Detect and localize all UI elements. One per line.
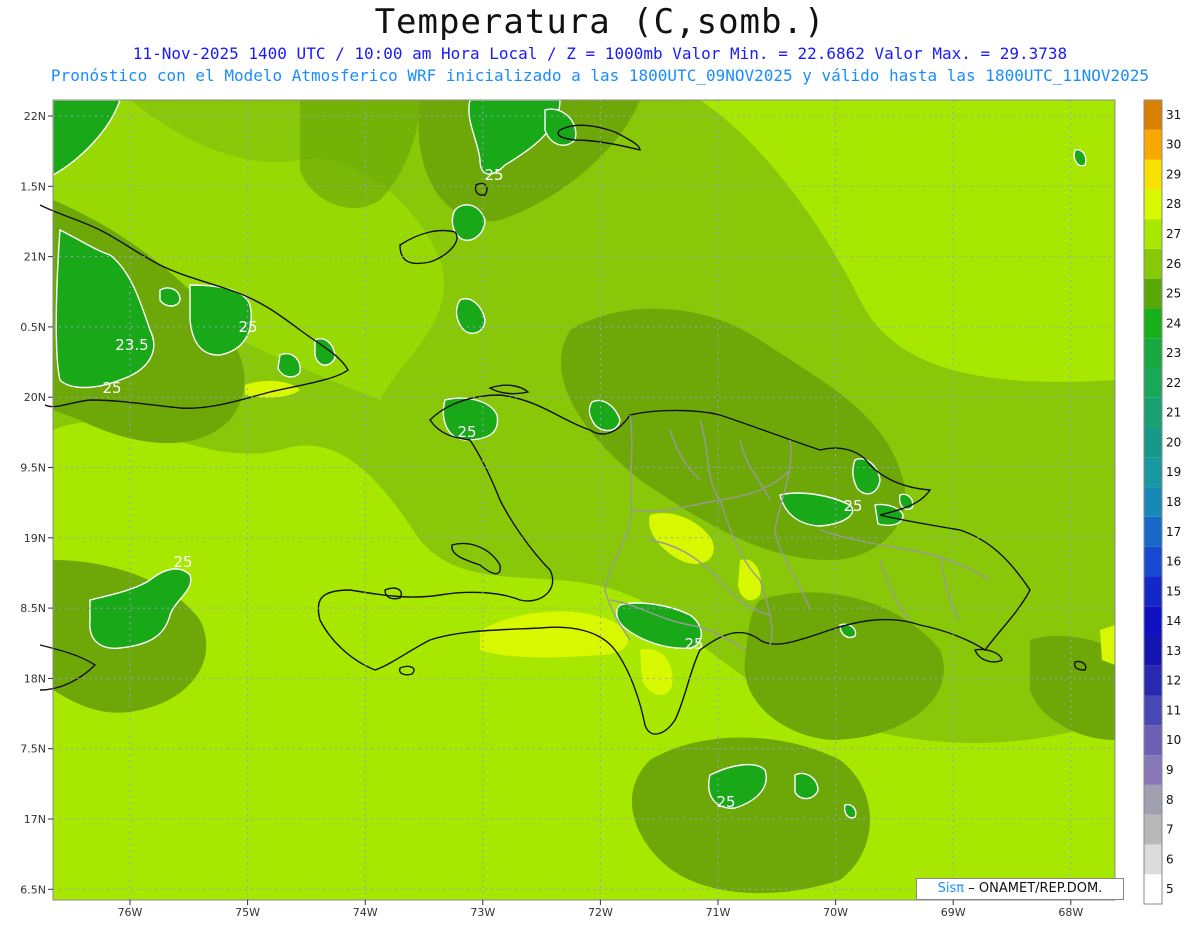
contour-label: 25: [102, 379, 121, 397]
colorbar-swatch: [1144, 457, 1162, 488]
colorbar-label: 24: [1166, 316, 1181, 330]
colorbar-swatch: [1144, 814, 1162, 845]
longitude-label: 68W: [1058, 906, 1083, 919]
longitude-label: 75W: [235, 906, 260, 919]
contour-label: 25: [684, 635, 703, 653]
credit-org: – ONAMET/REP.DOM.: [968, 881, 1103, 896]
colorbar-swatch: [1144, 755, 1162, 785]
colorbar-label: 12: [1166, 674, 1181, 688]
latitude-label: 0.5N: [20, 321, 46, 334]
colorbar-label: 28: [1166, 197, 1181, 211]
field-hot-spot: [1100, 625, 1115, 665]
colorbar-swatch: [1144, 308, 1162, 339]
colorbar-label: 11: [1166, 703, 1181, 717]
longitude-label: 70W: [823, 906, 848, 919]
colorbar-label: 25: [1166, 287, 1181, 301]
colorbar-swatch: [1144, 278, 1162, 309]
longitude-label: 72W: [588, 906, 613, 919]
colorbar-label: 20: [1166, 435, 1181, 449]
colorbar-swatch: [1144, 546, 1162, 577]
colorbar-swatch: [1144, 159, 1162, 190]
colorbar-swatch: [1144, 665, 1162, 696]
colorbar-label: 31: [1166, 108, 1181, 122]
colorbar-label: 15: [1166, 584, 1181, 598]
longitude-label: 69W: [941, 906, 966, 919]
colorbar-swatch: [1144, 606, 1162, 636]
colorbar-label: 9: [1166, 763, 1174, 777]
colorbar-label: 22: [1166, 376, 1181, 390]
contour-label: 25: [457, 423, 476, 441]
colorbar-swatch: [1144, 129, 1162, 160]
latitude-label: 17N: [24, 813, 46, 826]
colorbar-swatch: [1144, 100, 1162, 130]
colorbar-label: 6: [1166, 852, 1174, 866]
colorbar-label: 19: [1166, 465, 1181, 479]
colorbar-label: 13: [1166, 644, 1181, 658]
contour-label: 25: [173, 553, 192, 571]
latitude-label: 21N: [24, 251, 46, 264]
longitude-label: 76W: [118, 906, 143, 919]
temperature-field: [53, 100, 1115, 900]
colorbar-swatch: [1144, 487, 1162, 517]
latitude-labels: 22N 1.5N 21N 0.5N 20N 9.5N 19N 8.5N 18N 7.5N 17N 6.…: [20, 110, 53, 896]
colorbar-label: 10: [1166, 733, 1181, 747]
longitude-label: 71W: [706, 906, 731, 919]
latitude-label: 22N: [24, 110, 46, 123]
colorbar-label: 5: [1166, 882, 1174, 896]
colorbar: 5 6 7 8 9 10 11 12 13 14 15 16 17 18 19 20 21 22 23 24 25 26 2…: [1143, 99, 1181, 905]
colorbar-swatch: [1144, 576, 1162, 607]
latitude-label: 19N: [24, 532, 46, 545]
contour-label: 23.5: [115, 336, 148, 354]
colorbar-swatch: [1144, 725, 1162, 756]
colorbar-swatch: [1144, 368, 1162, 398]
contour-label: 25: [484, 166, 503, 184]
colorbar-swatch: [1144, 338, 1162, 368]
colorbar-swatch: [1144, 844, 1162, 875]
colorbar-label: 16: [1166, 555, 1181, 569]
colorbar-swatch: [1144, 874, 1162, 904]
colorbar-label: 14: [1166, 614, 1181, 628]
colorbar-label: 26: [1166, 257, 1181, 271]
contour-label: 25: [716, 793, 735, 811]
longitude-labels: 76W 75W 74W 73W 72W 71W 70W 69W 68W: [118, 900, 1083, 919]
colorbar-label: 29: [1166, 167, 1181, 181]
contour-label: 25: [843, 497, 862, 515]
latitude-label: 1.5N: [20, 180, 46, 193]
colorbar-label: 23: [1166, 346, 1181, 360]
latitude-label: 6.5N: [20, 883, 46, 896]
colorbar-label: 18: [1166, 495, 1181, 509]
colorbar-label: 7: [1166, 823, 1174, 837]
colorbar-label: 21: [1166, 406, 1181, 420]
colorbar-swatch: [1144, 189, 1162, 220]
colorbar-label: 30: [1166, 138, 1181, 152]
latitude-label: 18N: [24, 672, 46, 685]
longitude-label: 74W: [353, 906, 378, 919]
colorbar-label: 17: [1166, 525, 1181, 539]
latitude-label: 20N: [24, 391, 46, 404]
colorbar-swatch: [1144, 636, 1162, 666]
colorbar-swatch: [1144, 248, 1162, 279]
latitude-label: 9.5N: [20, 462, 46, 475]
colorbar-label: 27: [1166, 227, 1181, 241]
colorbar-label: 8: [1166, 793, 1174, 807]
colorbar-swatch: [1144, 516, 1162, 547]
colorbar-swatch: [1144, 219, 1162, 249]
colorbar-swatch: [1144, 427, 1162, 458]
colorbar-swatch: [1144, 695, 1162, 726]
credit-box: Sisπ – ONAMET/REP.DOM.: [916, 878, 1124, 900]
contour-label: 25: [238, 318, 257, 336]
credit-brand: Sisπ: [937, 881, 965, 896]
temperature-map: 25 25 23.5 25 25 25 25 25 25 22N 1.5N 21N 0.5N 20N 9.…: [20, 99, 1181, 919]
latitude-label: 8.5N: [20, 602, 46, 615]
latitude-label: 7.5N: [20, 743, 46, 756]
longitude-label: 73W: [470, 906, 495, 919]
colorbar-swatch: [1144, 397, 1162, 428]
colorbar-swatch: [1144, 784, 1162, 815]
